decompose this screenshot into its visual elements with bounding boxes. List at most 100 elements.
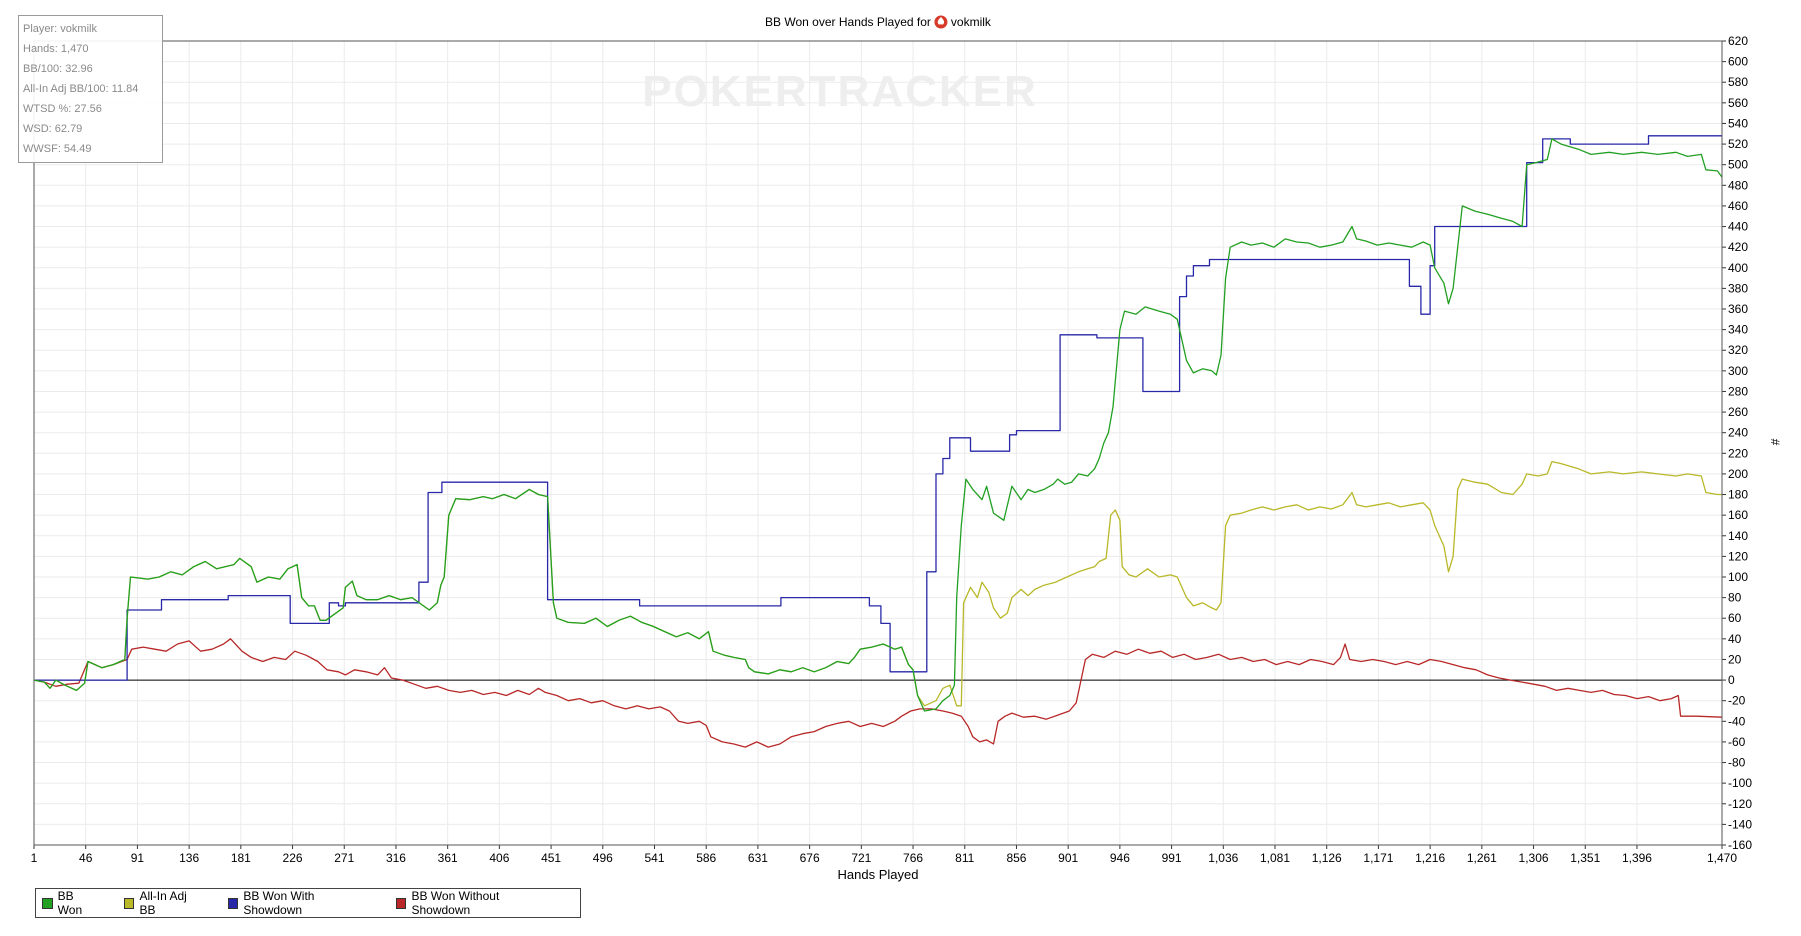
chart: POKERTRACKER -160 -140 -120 -100 -80 -60 -40 -2… [31, 15, 1782, 882]
y-tick-label: -120 [1728, 797, 1752, 811]
chart-title-text: BB Won over Hands Played for [765, 15, 931, 29]
x-tick-label: 541 [644, 851, 664, 865]
series-line-bb-won-with-showdown [34, 135, 1722, 681]
y-tick-label: 380 [1728, 281, 1748, 295]
legend-item-bb-won-with-showdown[interactable]: BB Won With Showdown [227, 889, 372, 917]
y-tick-label: -100 [1728, 776, 1752, 790]
y-tick-label: 200 [1728, 467, 1748, 481]
legend-label: All-In Adj BB [139, 889, 187, 917]
x-tick-label: 811 [955, 851, 974, 865]
y-tick-label: 140 [1728, 529, 1748, 543]
x-tick-label: 1 [31, 851, 38, 865]
y-tick-label: 180 [1728, 488, 1748, 502]
y-tick-label: 260 [1728, 405, 1748, 419]
y-tick-label: 0 [1728, 673, 1735, 687]
y-tick-label: 240 [1728, 426, 1748, 440]
x-tick-label: 901 [1058, 851, 1078, 865]
y-axis-label: # [1768, 439, 1782, 446]
y-tick-label: 300 [1728, 364, 1748, 378]
y-tick-label: 100 [1728, 570, 1748, 584]
x-tick-label: 1,171 [1363, 851, 1393, 865]
y-tick-label: -40 [1728, 714, 1746, 728]
legend-label: BB Won Without Showdown [411, 889, 500, 917]
legend-swatch [42, 897, 53, 909]
legend-swatch [227, 897, 239, 909]
x-tick-label: 676 [800, 851, 820, 865]
legend-swatch [395, 897, 407, 909]
y-tick-label: 40 [1728, 632, 1742, 646]
x-tick-label: 1,396 [1622, 851, 1652, 865]
x-tick-label: 1,216 [1415, 851, 1445, 865]
legend-swatch [123, 897, 135, 909]
y-tick-label: 580 [1728, 75, 1748, 89]
plot-frame [33, 40, 1723, 846]
x-tick-label: 451 [541, 851, 561, 865]
x-tick-label: 1,351 [1570, 851, 1600, 865]
spade-icon [934, 15, 948, 29]
stat-player: Player: vokmilk [23, 23, 97, 35]
series-line-all-in-adj-bb [33, 460, 1722, 707]
x-tick-label: 1,081 [1260, 851, 1290, 865]
y-tick-label: 60 [1728, 611, 1742, 625]
x-tick-label: 856 [1006, 851, 1026, 865]
chart-title-player: vokmilk [951, 15, 992, 29]
x-tick-label: 361 [438, 851, 458, 865]
x-tick-label: 1,126 [1312, 851, 1342, 865]
x-tick-label: 46 [79, 851, 93, 865]
x-tick-label: 766 [903, 851, 923, 865]
y-tick-label: 80 [1728, 591, 1742, 605]
x-tick-label: 226 [283, 851, 303, 865]
y-tick-label: 480 [1728, 178, 1748, 192]
legend-item-bb-won[interactable]: BB Won [42, 889, 100, 917]
x-tick-label: 136 [179, 851, 199, 865]
legend-label: BB Won With Showdown [243, 889, 315, 917]
y-tick-label: 500 [1728, 158, 1748, 172]
y-tick-label: 280 [1728, 384, 1748, 398]
y-tick-label: 360 [1728, 302, 1748, 316]
legend: BB Won All-In Adj BB BB Won With Showdow… [35, 888, 581, 918]
y-tick-label: 120 [1728, 549, 1748, 563]
y-tick-label: 420 [1728, 240, 1748, 254]
y-tick-label: 220 [1728, 446, 1748, 460]
x-axis-label: Hands Played [838, 867, 919, 882]
y-tick-label: 520 [1728, 137, 1748, 151]
y-tick-label: 20 [1728, 652, 1742, 666]
series-line-bb-won-without-showdown [33, 638, 1723, 748]
stat-allin-bb100: All-In Adj BB/100: 11.84 [23, 83, 139, 95]
y-tick-label: 160 [1728, 508, 1748, 522]
y-tick-label: 560 [1728, 96, 1748, 110]
x-tick-label: 586 [696, 851, 716, 865]
y-tick-label: -20 [1728, 694, 1746, 708]
x-tick-label: 1,261 [1467, 851, 1497, 865]
y-tick-label: -80 [1728, 756, 1746, 770]
series-lines [33, 135, 1723, 748]
watermark: POKERTRACKER [642, 67, 1038, 116]
y-tick-label: 400 [1728, 261, 1748, 275]
y-tick-label: 320 [1728, 343, 1748, 357]
x-tick-label: 1,036 [1208, 851, 1238, 865]
x-tick-label: 181 [231, 851, 251, 865]
x-tick-label: 1,306 [1519, 851, 1549, 865]
x-tick-label: 631 [748, 851, 768, 865]
stat-bb100: BB/100: 32.96 [23, 63, 93, 75]
x-tick-label: 316 [386, 851, 406, 865]
y-tick-label: 540 [1728, 116, 1748, 130]
x-tick-label: 496 [593, 851, 613, 865]
x-tick-label: 271 [334, 851, 354, 865]
stat-hands: Hands: 1,470 [23, 43, 89, 55]
legend-label: BB Won [57, 889, 83, 917]
player-stats-box: Player: vokmilk Hands: 1,470 BB/100: 32.… [18, 15, 163, 163]
y-tick-label: 620 [1728, 34, 1748, 48]
axes: -160 -140 -120 -100 -80 -60 -40 -20 0 20 40 60 80 100… [31, 34, 1753, 865]
legend-item-bb-won-without-showdown[interactable]: BB Won Without Showdown [395, 889, 556, 917]
x-tick-label: 406 [489, 851, 509, 865]
legend-item-all-in-adj-bb[interactable]: All-In Adj BB [123, 889, 204, 917]
stat-wtsd: WTSD %: 27.56 [23, 103, 102, 115]
x-tick-label: 1,470 [1707, 851, 1737, 865]
x-tick-label: 91 [131, 851, 145, 865]
y-tick-label: 340 [1728, 323, 1748, 337]
y-tick-label: 600 [1728, 55, 1748, 69]
x-tick-label: 946 [1110, 851, 1130, 865]
grid [33, 40, 1723, 846]
y-tick-label: -160 [1728, 838, 1752, 852]
